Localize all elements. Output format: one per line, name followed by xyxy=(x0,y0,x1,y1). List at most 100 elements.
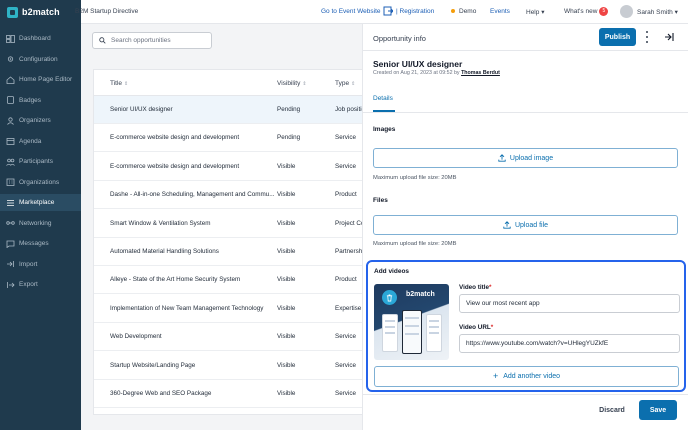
sidebar-item-badges[interactable]: Badges xyxy=(0,92,81,109)
row-type: Partnership xyxy=(335,248,363,255)
column-title-label: Title xyxy=(110,80,123,87)
image-size-hint: Maximum upload file size: 20MB xyxy=(373,175,457,181)
sidebar-item-label: Messages xyxy=(19,240,49,247)
panel-title: Opportunity info xyxy=(373,34,426,43)
divider xyxy=(363,112,688,113)
delete-video-button[interactable] xyxy=(382,290,397,305)
opportunity-name: Senior UI/UX designer xyxy=(373,59,463,69)
sidebar-item-home-page-editor[interactable]: Home Page Editor xyxy=(0,71,81,88)
row-visibility: Pending xyxy=(277,134,301,142)
video-title-input[interactable] xyxy=(459,294,680,313)
sidebar-item-marketplace[interactable]: Marketplace xyxy=(0,194,81,211)
table-row[interactable]: Automated Material Handling Solutions Vis… xyxy=(94,238,363,266)
row-type: Product xyxy=(335,191,357,199)
sidebar-item-organizers[interactable]: Organizers xyxy=(0,112,81,129)
sidebar-item-label: Agenda xyxy=(19,137,42,145)
row-visibility: Visible xyxy=(277,248,296,255)
column-header-title[interactable]: Title ⇕ xyxy=(110,80,128,87)
help-label: Help xyxy=(526,9,540,16)
table-row[interactable]: Alleye - State of the Art Home Security … xyxy=(94,266,362,295)
created-info: Created on Aug 21, 2023 at 09:52 by Thom… xyxy=(373,70,500,76)
b2match-logo-icon xyxy=(7,6,18,18)
organizations-icon xyxy=(6,178,15,186)
table-row[interactable]: Smart Window & Ventilation System Visible… xyxy=(94,210,363,238)
sidebar-item-agenda[interactable]: Agenda xyxy=(0,133,81,150)
row-title: Implementation of New Team Management Te… xyxy=(110,304,264,312)
app-screenshot xyxy=(402,310,422,354)
table-row[interactable]: 360-Degree Web and SEO Package Visible Ser… xyxy=(94,380,362,408)
table-row[interactable]: Dashe - All-in-one Scheduling, Managemen… xyxy=(94,181,362,210)
divider xyxy=(363,394,688,395)
sidebar-item-label: Configuration xyxy=(19,55,58,63)
home-editor-icon xyxy=(6,75,15,84)
search-box[interactable] xyxy=(92,32,212,49)
sidebar: Dashboard Configuration Home Page Editor Ba… xyxy=(0,24,81,430)
sidebar-item-messages[interactable]: Messages xyxy=(0,235,81,252)
add-another-video-button[interactable]: + Add another video xyxy=(374,366,679,387)
user-menu[interactable]: Sarah Smith ▾ xyxy=(637,8,678,16)
sidebar-item-dashboard[interactable]: Dashboard xyxy=(0,30,81,47)
help-menu[interactable]: Help ▾ xyxy=(526,8,544,16)
agenda-icon xyxy=(6,137,15,145)
demo-status[interactable]: Demo xyxy=(451,8,476,15)
top-bar: b2match B2M Startup Directive Go to Even… xyxy=(0,0,688,24)
upload-image-button[interactable]: Upload image xyxy=(373,148,678,168)
avatar[interactable] xyxy=(620,5,633,18)
opportunities-table: Title ⇕ Visibility ⇕ Type ⇕ Senior UI/UX de… xyxy=(93,69,363,415)
column-visibility-label: Visibility xyxy=(277,80,301,87)
sidebar-item-import[interactable]: Import xyxy=(0,256,81,273)
table-row[interactable]: Startup Website/Landing Page Visible Servi… xyxy=(94,352,362,380)
whats-new-link[interactable]: What's new 5 xyxy=(564,7,609,16)
sidebar-item-organizations[interactable]: Organizations xyxy=(0,174,81,191)
video-url-input[interactable] xyxy=(459,334,680,353)
open-external-icon[interactable] xyxy=(383,6,393,16)
column-header-type[interactable]: Type ⇕ xyxy=(335,80,355,87)
collapse-panel-icon[interactable] xyxy=(664,32,674,42)
sidebar-item-configuration[interactable]: Configuration xyxy=(0,51,81,68)
save-button[interactable]: Save xyxy=(639,400,677,420)
row-title: Alleye - State of the Art Home Security … xyxy=(110,276,241,284)
export-icon xyxy=(6,281,15,289)
upload-file-button[interactable]: Upload file xyxy=(373,215,678,235)
app-screenshot xyxy=(382,314,398,352)
events-link[interactable]: Events xyxy=(490,8,510,15)
horizontal-scrollbar[interactable] xyxy=(94,414,363,415)
more-options-icon[interactable] xyxy=(643,31,651,43)
column-header-visibility[interactable]: Visibility ⇕ xyxy=(277,80,307,87)
sidebar-item-networking[interactable]: Networking xyxy=(0,215,81,232)
table-row[interactable]: E-commerce website design and developmen… xyxy=(94,153,362,181)
configuration-icon xyxy=(6,55,15,63)
sidebar-item-export[interactable]: Export xyxy=(0,276,81,293)
row-type: Product xyxy=(335,276,357,284)
video-url-label: Video URL* xyxy=(459,324,494,331)
author-link[interactable]: Thomas Berdut xyxy=(461,70,500,76)
table-row[interactable]: Web Development Visible Service xyxy=(94,323,362,352)
column-type-label: Type xyxy=(335,80,350,87)
row-title: Senior UI/UX designer xyxy=(110,106,173,113)
tab-details[interactable]: Details xyxy=(373,95,393,102)
sidebar-item-participants[interactable]: Participants xyxy=(0,153,81,170)
row-type: Project Co xyxy=(335,219,363,227)
add-video-label: Add another video xyxy=(503,373,561,380)
table-row[interactable]: E-commerce website design and developmen… xyxy=(94,124,362,153)
trash-icon xyxy=(386,294,393,301)
event-website-link[interactable]: Go to Event Website xyxy=(321,8,381,15)
event-name: B2M Startup Directive xyxy=(75,8,139,15)
row-title: E-commerce website design and developmen… xyxy=(110,162,240,170)
search-input[interactable] xyxy=(111,37,206,44)
badge-icon xyxy=(6,96,15,104)
logo[interactable]: b2match xyxy=(0,0,81,24)
row-title: Automated Material Handling Solutions xyxy=(110,248,219,255)
discard-button[interactable]: Discard xyxy=(592,401,632,419)
row-type: Service xyxy=(335,333,356,341)
registration-link[interactable]: | Registration xyxy=(396,8,434,15)
row-title: Smart Window & Ventilation System xyxy=(110,219,211,227)
opportunity-info-panel: Opportunity info Publish Senior UI/UX de… xyxy=(362,24,688,430)
row-visibility: Visible xyxy=(277,361,296,369)
table-row[interactable]: Senior UI/UX designer Pending Job position xyxy=(94,96,362,124)
row-visibility: Visible xyxy=(277,390,296,397)
sort-icon: ⇕ xyxy=(124,81,129,87)
table-row[interactable]: Implementation of New Team Management Te… xyxy=(94,295,362,323)
networking-icon xyxy=(6,219,15,227)
publish-button[interactable]: Publish xyxy=(599,28,636,46)
